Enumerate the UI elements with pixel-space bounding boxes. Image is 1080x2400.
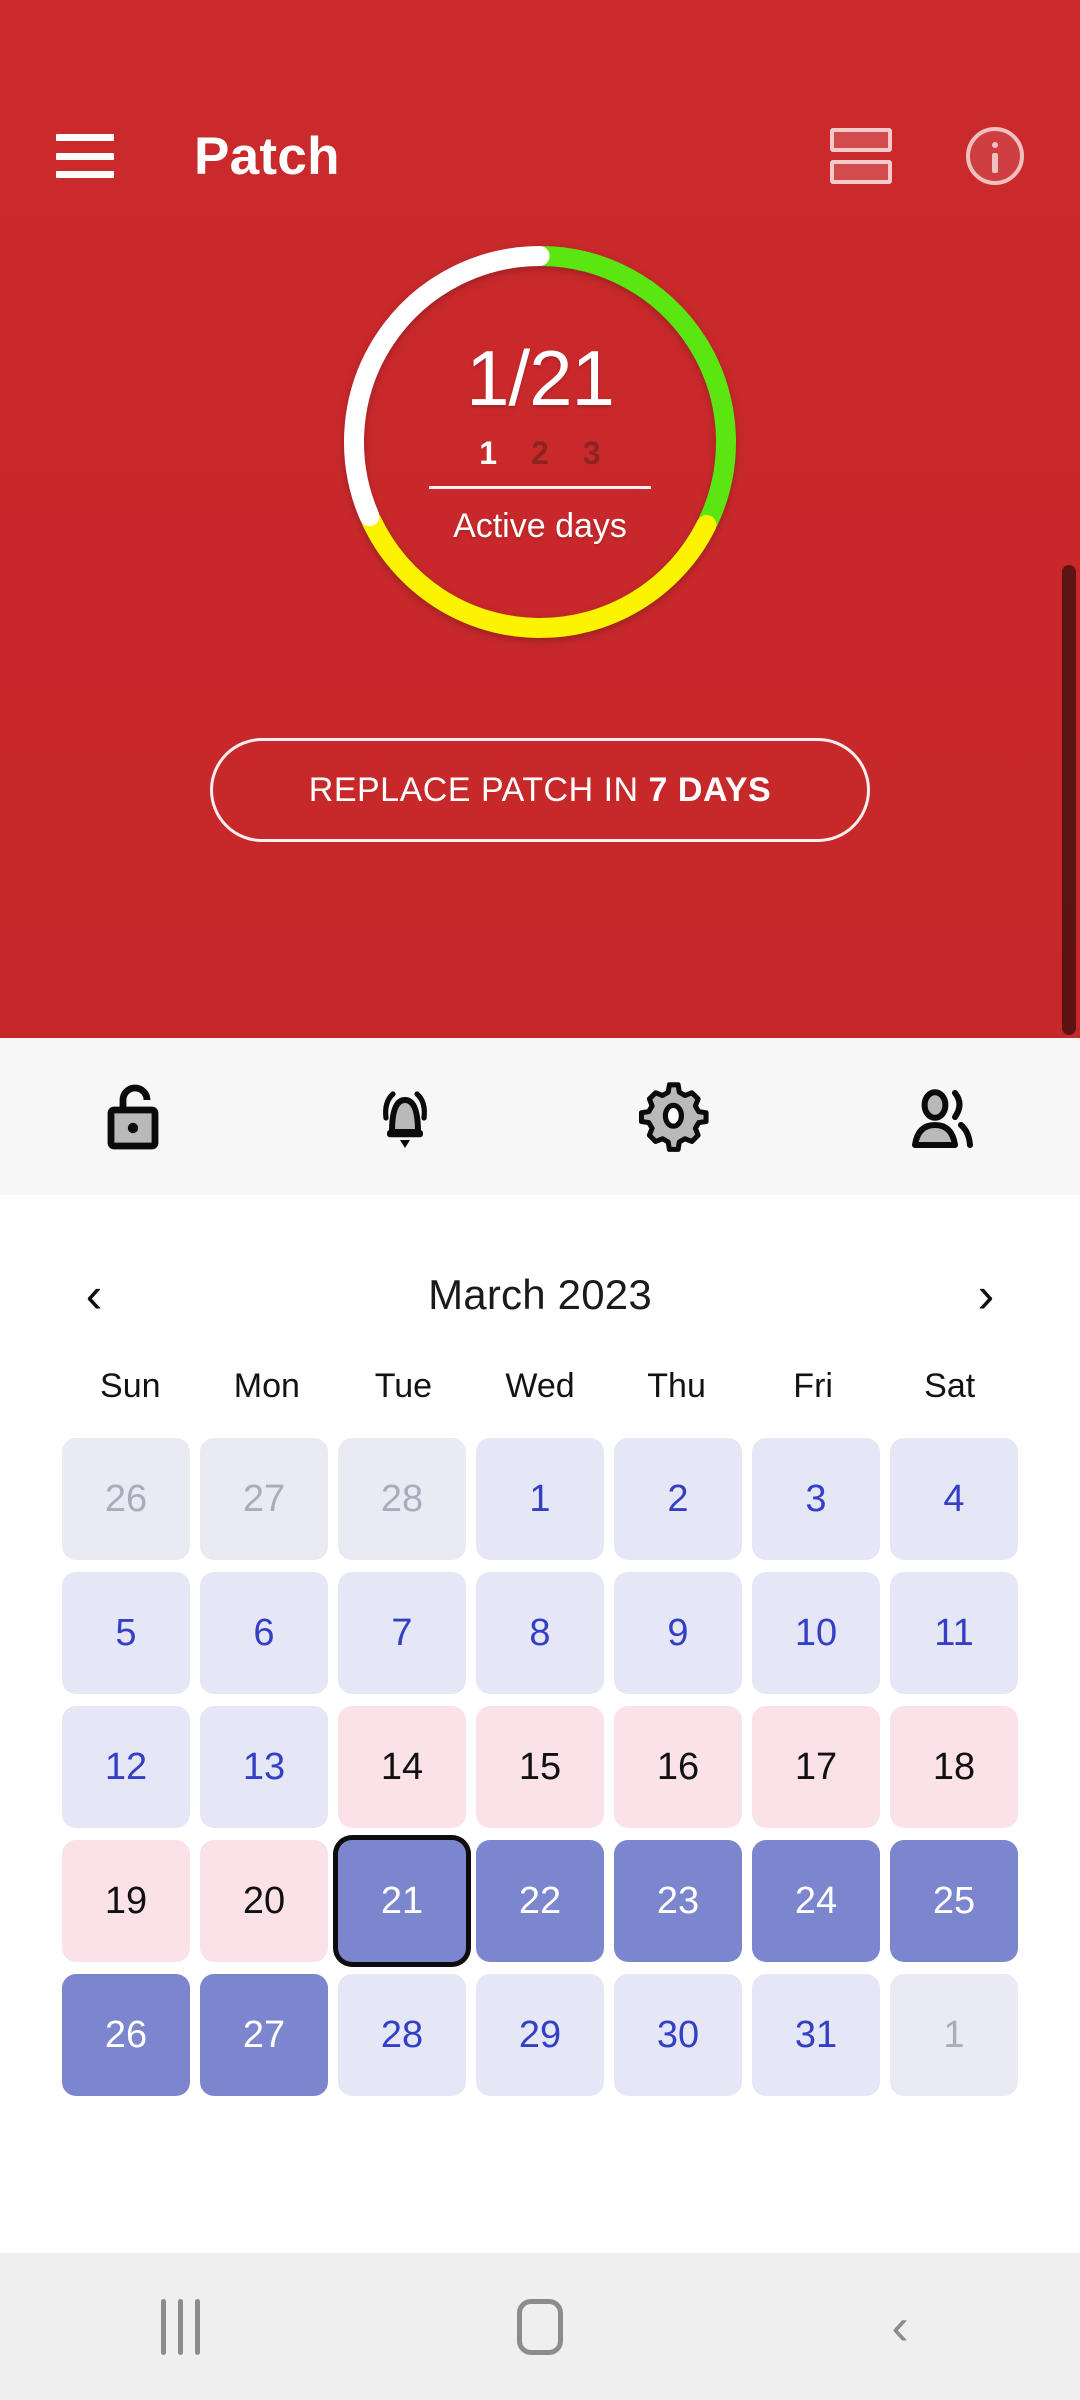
calendar-weekday-sun: Sun <box>100 1367 161 1405</box>
calendar-day-cell[interactable]: 28 <box>338 1974 466 2096</box>
calendar-weekday-fri: Fri <box>793 1367 833 1405</box>
replace-patch-days: 7 DAYS <box>648 770 772 809</box>
calendar-day-cell[interactable]: 7 <box>338 1572 466 1694</box>
recents-icon[interactable] <box>80 2253 280 2400</box>
calendar-day-cell[interactable]: 23 <box>614 1840 742 1962</box>
home-icon[interactable] <box>440 2253 640 2400</box>
calendar-weekday-header: Sun Mon Tue Wed Thu Fri Sat <box>62 1367 1018 1406</box>
calendar-day-cell[interactable]: 25 <box>890 1840 1018 1962</box>
calendar-day-cell[interactable]: 31 <box>752 1974 880 2096</box>
calendar-day-cell[interactable]: 6 <box>200 1572 328 1694</box>
calendar-day-cell[interactable]: 27 <box>200 1438 328 1560</box>
calendar-weekday-tue: Tue <box>374 1367 433 1405</box>
lock-open-icon[interactable] <box>0 1038 270 1195</box>
app-bar: Patch <box>0 0 1080 240</box>
replace-patch-prefix: REPLACE PATCH IN <box>308 770 649 809</box>
calendar-day-cell[interactable]: 16 <box>614 1706 742 1828</box>
progress-ring-svg <box>344 246 736 638</box>
calendar-weekday-sat: Sat <box>924 1367 976 1405</box>
calendar-day-cell[interactable]: 30 <box>614 1974 742 2096</box>
calendar-day-cell[interactable]: 10 <box>752 1572 880 1694</box>
alarm-bell-icon[interactable] <box>270 1038 540 1195</box>
hero-scrollbar[interactable] <box>1062 565 1076 1035</box>
calendar-day-cell[interactable]: 26 <box>62 1438 190 1560</box>
calendar-day-cell[interactable]: 17 <box>752 1706 880 1828</box>
calendar-day-cell[interactable]: 29 <box>476 1974 604 2096</box>
calendar-day-cell[interactable]: 13 <box>200 1706 328 1828</box>
hamburger-menu-icon[interactable] <box>56 134 114 178</box>
system-navigation-bar: ‹ <box>0 2253 1080 2400</box>
calendar-day-cell[interactable]: 5 <box>62 1572 190 1694</box>
calendar-day-cell[interactable]: 11 <box>890 1572 1018 1694</box>
app-screen: Patch 1/21 1 2 3 Active days REPLACE PAT… <box>0 0 1080 2400</box>
calendar-day-cell[interactable]: 28 <box>338 1438 466 1560</box>
calendar-weekday-thu: Thu <box>647 1367 706 1405</box>
calendar-header: ‹ March 2023 › <box>62 1235 1018 1355</box>
calendar-day-cell[interactable]: 3 <box>752 1438 880 1560</box>
calendar-day-cell[interactable]: 9 <box>614 1572 742 1694</box>
info-circle-icon[interactable] <box>966 127 1024 185</box>
ring-arc-green <box>533 246 736 531</box>
calendar-prev-month-button[interactable]: ‹ <box>62 1263 126 1327</box>
gear-icon[interactable] <box>540 1038 810 1195</box>
calendar-day-cell[interactable]: 21 <box>338 1840 466 1962</box>
stacked-rows-icon[interactable] <box>830 128 892 184</box>
calendar-day-cell[interactable]: 18 <box>890 1706 1018 1828</box>
calendar-day-cell[interactable]: 12 <box>62 1706 190 1828</box>
calendar-day-grid: 26 27 28 1 2 3 4 5 6 7 8 9 10 11 12 13 14 15 16 17 18 19 20 21 2… <box>62 1438 1018 2096</box>
calendar-weekday-mon: Mon <box>233 1367 300 1405</box>
ring-arc-white <box>344 246 550 527</box>
calendar-next-month-button[interactable]: › <box>954 1263 1018 1327</box>
calendar-day-cell[interactable]: 26 <box>62 1974 190 2096</box>
calendar-day-cell[interactable]: 27 <box>200 1974 328 2096</box>
calendar-weekday-wed: Wed <box>505 1367 575 1405</box>
people-icon[interactable] <box>810 1038 1080 1195</box>
calendar-day-cell[interactable]: 15 <box>476 1706 604 1828</box>
replace-patch-button[interactable]: REPLACE PATCH IN 7 DAYS <box>210 738 870 842</box>
page-title: Patch <box>194 126 340 186</box>
progress-ring: 1/21 1 2 3 Active days <box>320 222 760 662</box>
app-bar-actions <box>830 127 1024 185</box>
back-icon[interactable]: ‹ <box>800 2253 1000 2400</box>
calendar-day-cell[interactable]: 22 <box>476 1840 604 1962</box>
calendar-day-cell[interactable]: 19 <box>62 1840 190 1962</box>
calendar-day-cell[interactable]: 24 <box>752 1840 880 1962</box>
calendar-day-cell[interactable]: 1 <box>476 1438 604 1560</box>
calendar: ‹ March 2023 › Sun Mon Tue Wed Thu Fri Sat 26 2… <box>0 1195 1080 2253</box>
calendar-day-cell[interactable]: 4 <box>890 1438 1018 1560</box>
hero-panel: Patch 1/21 1 2 3 Active days REPLACE PAT… <box>0 0 1080 1038</box>
calendar-day-cell[interactable]: 20 <box>200 1840 328 1962</box>
calendar-day-cell[interactable]: 14 <box>338 1706 466 1828</box>
calendar-day-cell[interactable]: 2 <box>614 1438 742 1560</box>
icon-toolbar <box>0 1038 1080 1195</box>
calendar-day-cell[interactable]: 8 <box>476 1572 604 1694</box>
calendar-day-cell[interactable]: 1 <box>890 1974 1018 2096</box>
calendar-month-title: March 2023 <box>428 1271 652 1318</box>
